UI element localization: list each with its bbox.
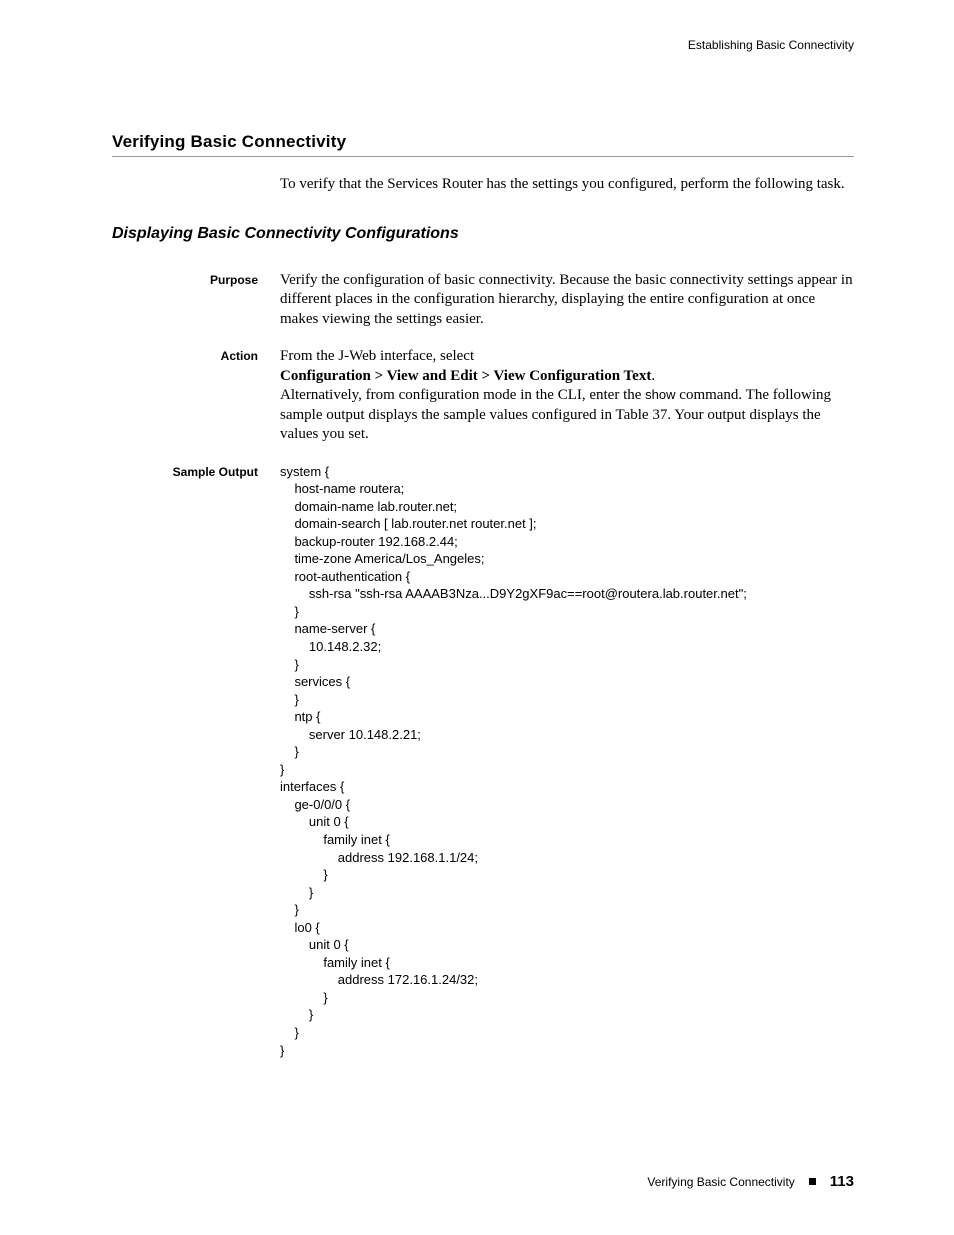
- footer-page-number: 113: [830, 1173, 854, 1190]
- action-path: Configuration > View and Edit > View Con…: [280, 368, 651, 384]
- purpose-entry: Purpose Verify the configuration of basi…: [112, 271, 854, 330]
- action-body: From the J-Web interface, select Configu…: [280, 347, 854, 445]
- purpose-body: Verify the configuration of basic connec…: [280, 271, 854, 330]
- action-line2a: Alternatively, from configuration mode i…: [280, 387, 645, 403]
- sample-output-entry: Sample Output system { host-name routera…: [112, 463, 854, 1060]
- sample-output-body: system { host-name routera; domain-name …: [280, 463, 854, 1060]
- section-intro: To verify that the Services Router has t…: [280, 175, 854, 195]
- action-period: .: [651, 368, 655, 384]
- purpose-label: Purpose: [112, 271, 280, 330]
- page-footer: Verifying Basic Connectivity 113: [647, 1173, 854, 1190]
- footer-text: Verifying Basic Connectivity: [647, 1175, 794, 1189]
- action-cmd: show: [645, 387, 675, 402]
- action-entry: Action From the J-Web interface, select …: [112, 347, 854, 445]
- section-title: Verifying Basic Connectivity: [112, 132, 854, 152]
- footer-square-icon: [809, 1178, 816, 1185]
- section-rule: [112, 156, 854, 157]
- subsection-title: Displaying Basic Connectivity Configurat…: [112, 225, 854, 243]
- action-line1: From the J-Web interface, select: [280, 348, 474, 364]
- sample-output-label: Sample Output: [112, 463, 280, 1060]
- running-head: Establishing Basic Connectivity: [112, 38, 854, 52]
- action-label: Action: [112, 347, 280, 445]
